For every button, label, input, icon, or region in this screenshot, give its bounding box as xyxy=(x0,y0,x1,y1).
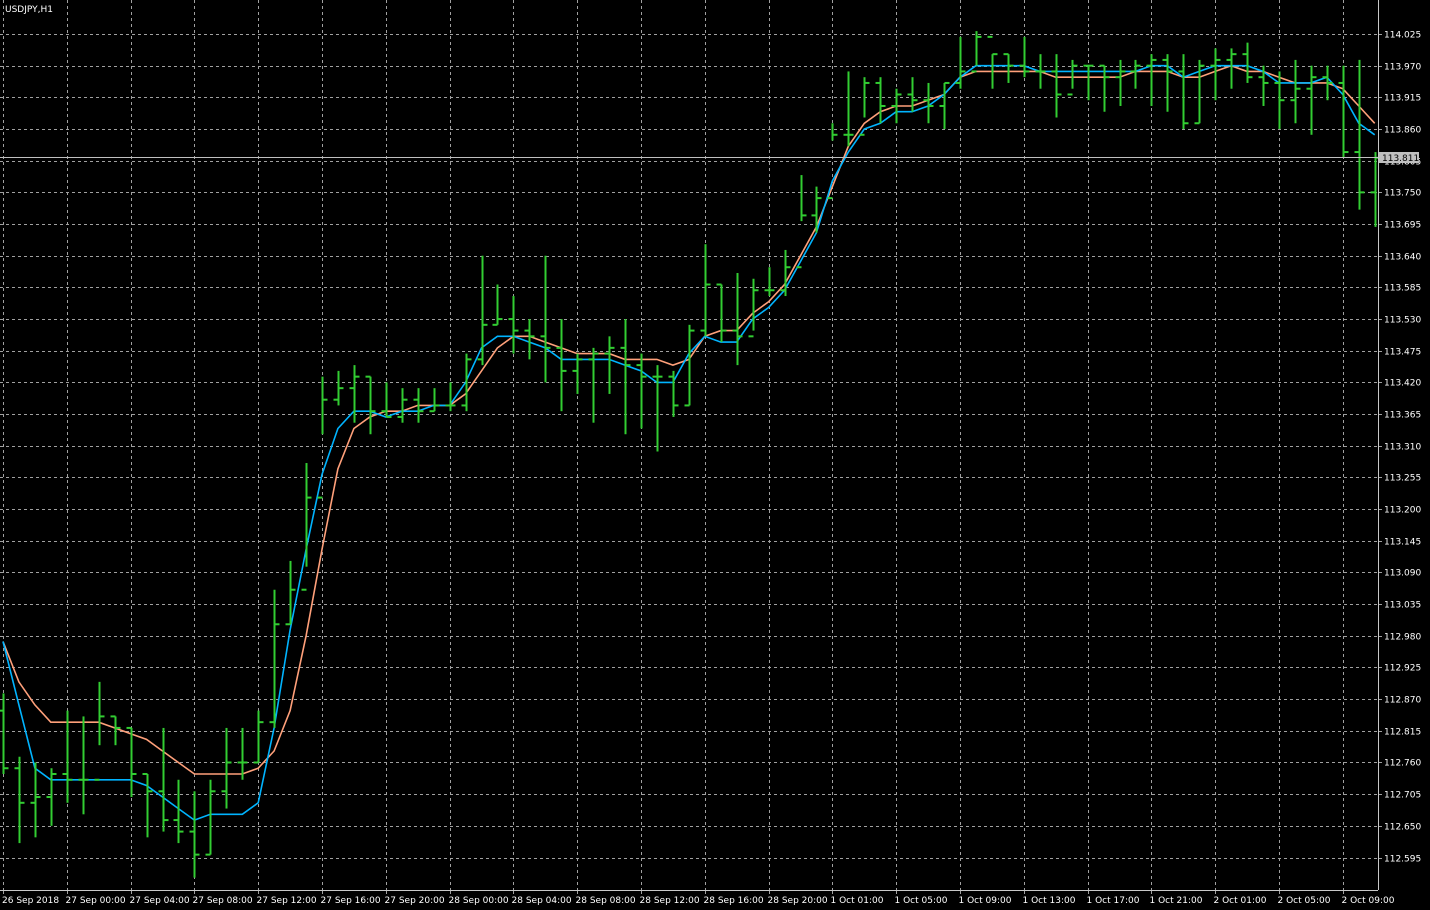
x-tick-label: 1 Oct 21:00 xyxy=(1150,896,1203,906)
y-tick-label: 112.760 xyxy=(1384,759,1421,769)
y-tick-label: 114.025 xyxy=(1384,31,1421,41)
y-tick-label: 113.585 xyxy=(1384,284,1421,294)
y-tick-label: 112.595 xyxy=(1384,855,1421,865)
y-tick-label: 112.870 xyxy=(1384,696,1421,706)
y-tick-label: 113.750 xyxy=(1384,189,1421,199)
y-tick-label: 113.090 xyxy=(1384,569,1421,579)
x-tick-label: 28 Sep 16:00 xyxy=(704,896,764,906)
x-tick-label: 27 Sep 20:00 xyxy=(385,896,445,906)
y-tick-label: 113.640 xyxy=(1384,253,1421,263)
x-tick-label: 28 Sep 08:00 xyxy=(576,896,636,906)
x-tick-label: 1 Oct 09:00 xyxy=(959,896,1012,906)
x-tick-label: 1 Oct 17:00 xyxy=(1087,896,1140,906)
x-tick-label: 1 Oct 01:00 xyxy=(831,896,884,906)
y-tick-label: 113.200 xyxy=(1384,506,1421,516)
y-tick-label: 112.650 xyxy=(1384,823,1421,833)
y-tick-label: 113.915 xyxy=(1384,94,1421,104)
x-tick-label: 1 Oct 05:00 xyxy=(895,896,948,906)
x-tick-label: 28 Sep 12:00 xyxy=(640,896,700,906)
y-tick-label: 113.475 xyxy=(1384,348,1421,358)
x-tick-label: 26 Sep 2018 xyxy=(2,896,59,906)
x-tick-label: 27 Sep 12:00 xyxy=(257,896,317,906)
y-tick-label: 112.925 xyxy=(1384,664,1421,674)
x-tick-label: 28 Sep 20:00 xyxy=(768,896,828,906)
y-tick-label: 113.530 xyxy=(1384,316,1421,326)
y-tick-label: 113.365 xyxy=(1384,411,1421,421)
y-tick-label: 113.695 xyxy=(1384,221,1421,231)
y-tick-label: 113.420 xyxy=(1384,379,1421,389)
x-tick-label: 27 Sep 16:00 xyxy=(321,896,381,906)
y-tick-label: 112.705 xyxy=(1384,791,1421,801)
x-tick-label: 2 Oct 01:00 xyxy=(1214,896,1267,906)
y-tick-label: 113.970 xyxy=(1384,63,1421,73)
x-tick-label: 2 Oct 09:00 xyxy=(1342,896,1395,906)
x-tick-label: 28 Sep 04:00 xyxy=(512,896,572,906)
y-tick-label: 112.980 xyxy=(1384,633,1421,643)
x-tick-label: 27 Sep 04:00 xyxy=(130,896,190,906)
x-tick-label: 1 Oct 13:00 xyxy=(1023,896,1076,906)
x-tick-label: 2 Oct 05:00 xyxy=(1278,896,1331,906)
x-tick-label: 27 Sep 08:00 xyxy=(193,896,253,906)
y-tick-label: 112.815 xyxy=(1384,728,1421,738)
y-tick-label: 113.145 xyxy=(1384,538,1421,548)
x-tick-label: 28 Sep 00:00 xyxy=(449,896,509,906)
chart-area[interactable]: 114.025113.970113.915113.860113.805113.7… xyxy=(0,0,1430,910)
y-tick-label: 113.310 xyxy=(1384,443,1421,453)
y-tick-label: 113.255 xyxy=(1384,474,1421,484)
x-tick-label: 27 Sep 00:00 xyxy=(66,896,126,906)
current-price-label: 113.811 xyxy=(1382,154,1419,164)
y-tick-label: 113.860 xyxy=(1384,126,1421,136)
symbol-title: USDJPY,H1 xyxy=(5,5,53,15)
y-tick-label: 113.035 xyxy=(1384,601,1421,611)
